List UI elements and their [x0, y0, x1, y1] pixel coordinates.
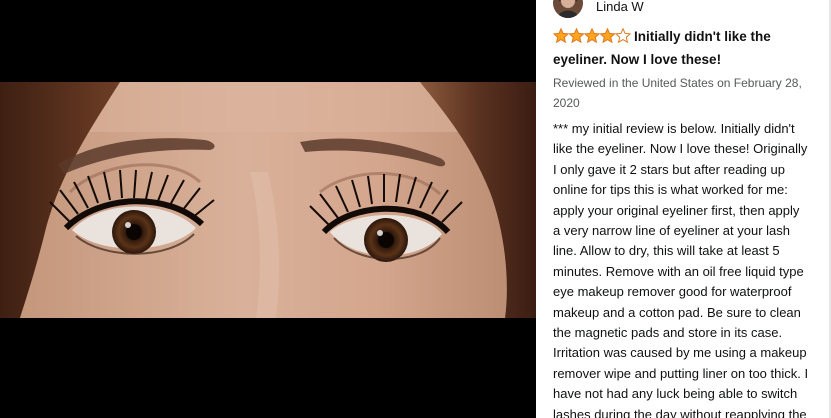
star-filled-icon	[599, 27, 616, 44]
review-date-line2: 2020	[553, 96, 580, 110]
review-body: *** my initial review is below. Initiall…	[553, 119, 815, 418]
review-body-line: apply your original eyeliner first, then…	[553, 202, 800, 218]
star-filled-icon	[583, 27, 601, 44]
star-filled-icon	[568, 27, 585, 44]
reviewer-avatar[interactable]	[553, 0, 583, 18]
review-title-line1[interactable]: Initially didn't like the	[634, 29, 771, 44]
review-body-line: I only gave it 2 stars but after reading…	[553, 161, 785, 177]
reviewer-name[interactable]: Linda W	[596, 0, 644, 15]
review-photo[interactable]	[0, 82, 536, 318]
review-body-line: line. Allow to dry, this will take at le…	[553, 243, 780, 259]
review-content: Linda W Initially didn't like the eyelin…	[552, 0, 815, 418]
review-body-line: eye makeup remover good for waterproof	[553, 284, 792, 300]
review-body-line: lashes during the day without reapplying…	[553, 406, 807, 418]
review-heading: Initially didn't like the eyeliner. Now …	[552, 27, 815, 70]
review-body-line: makeup and a cotton pad. Be sure to clea…	[553, 304, 801, 320]
review-body-line: online for tips this is what worked for …	[553, 182, 788, 198]
review-body-line: minutes. Remove with an oil free liquid …	[553, 263, 804, 279]
review-body-line: Irritation was caused by me using a make…	[553, 345, 807, 361]
star-filled-icon	[552, 27, 570, 44]
review-body-line: the magnetic pads and store in its case.	[553, 325, 783, 341]
review-body-line: *** my initial review is below. Initiall…	[553, 121, 795, 136]
review-body-line: have not had any luck being able to swit…	[553, 386, 798, 402]
review-date-line1: Reviewed in the United States on Februar…	[553, 76, 802, 90]
review-image-popup: Linda W Initially didn't like the eyelin…	[0, 0, 831, 418]
reviewer-profile[interactable]: Linda W	[553, 0, 815, 18]
star-empty-icon	[614, 27, 632, 44]
review-body-line: remover wipe and putting liner on too th…	[553, 365, 809, 381]
review-body-line: a very narrow line of eyeliner at your l…	[553, 223, 791, 239]
review-panel: Linda W Initially didn't like the eyelin…	[536, 0, 831, 418]
star-rating-icon[interactable]	[552, 27, 632, 50]
review-body-line: like the eyeliner. Now I love these! Ori…	[553, 141, 808, 157]
review-date: Reviewed in the United States on Februar…	[553, 73, 815, 113]
image-viewer	[0, 0, 536, 418]
review-title-line2[interactable]: eyeliner. Now I love these!	[553, 52, 721, 67]
